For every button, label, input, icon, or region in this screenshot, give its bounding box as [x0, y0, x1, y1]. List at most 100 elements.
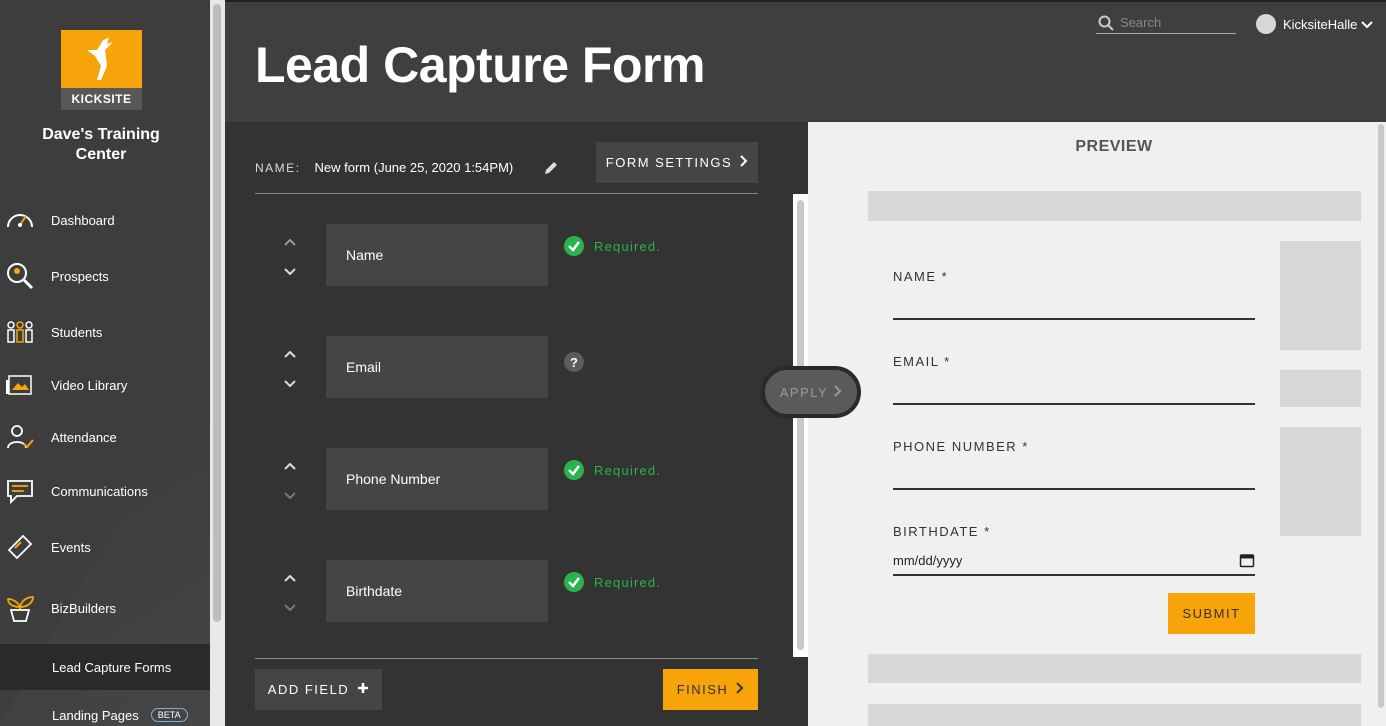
move-down-icon[interactable]: [283, 376, 297, 388]
sidebar-item-attendance[interactable]: Attendance: [0, 415, 210, 459]
chevron-right-icon: [736, 682, 744, 697]
school-name: Dave's Training Center: [0, 125, 202, 165]
preview-label-phone: PHONE NUMBER *: [893, 439, 1029, 454]
sidebar-subitem-landing-pages[interactable]: Landing Pages BETA: [0, 692, 210, 726]
ticket-icon: [4, 531, 36, 563]
move-up-icon[interactable]: [283, 570, 297, 582]
required-label: Required.: [594, 238, 662, 254]
svg-text:?: ?: [570, 355, 578, 370]
search-input[interactable]: [1120, 15, 1230, 30]
calendar-icon[interactable]: [1239, 552, 1255, 568]
required-status[interactable]: Required.: [564, 572, 661, 592]
placeholder-block: [868, 191, 1361, 221]
check-circle-icon: [564, 572, 584, 592]
move-up-icon[interactable]: [283, 234, 297, 246]
field-box[interactable]: Phone Number: [326, 448, 548, 510]
sidebar-item-events[interactable]: Events: [0, 525, 210, 569]
chat-icon: [4, 475, 36, 507]
search-box[interactable]: [1096, 12, 1236, 34]
finish-button[interactable]: FINISH: [663, 669, 758, 710]
required-label: Required.: [594, 574, 662, 590]
move-up-icon[interactable]: [283, 458, 297, 470]
field-box[interactable]: Email: [326, 336, 548, 398]
move-up-icon[interactable]: [283, 346, 297, 358]
placeholder-block: [868, 704, 1361, 726]
sidebar-item-communications[interactable]: Communications: [0, 469, 210, 513]
apply-label: APPLY: [779, 384, 829, 400]
sidebar-item-label: Attendance: [51, 429, 117, 445]
preview-birthdate-input[interactable]: mm/dd/yyyy: [893, 546, 1255, 576]
move-down-icon[interactable]: [283, 488, 297, 500]
sidebar-subitem-label: Landing Pages: [52, 707, 139, 723]
sidebar-item-label: BizBuilders: [51, 600, 117, 616]
placeholder-block: [868, 654, 1361, 683]
form-editor: NAME: New form (June 25, 2020 1:54PM) FO…: [225, 122, 808, 726]
check-circle-icon: [564, 460, 584, 480]
chevron-right-icon: [834, 384, 842, 400]
help-icon[interactable]: ?: [564, 352, 584, 372]
editor-scrollbar[interactable]: [793, 194, 808, 657]
students-icon: [4, 316, 36, 348]
chevron-down-icon: [1361, 17, 1374, 32]
field-row-email: Email ?: [255, 336, 758, 398]
sidebar-scrollbar-thumb[interactable]: [213, 4, 221, 622]
field-box[interactable]: Name: [326, 224, 548, 286]
apply-button[interactable]: APPLY: [761, 366, 861, 418]
placeholder-block: [1280, 241, 1361, 350]
sidebar-item-label: Prospects: [51, 268, 109, 284]
gauge-icon: [4, 204, 36, 236]
move-down-icon[interactable]: [283, 600, 297, 612]
form-settings-button[interactable]: FORM SETTINGS: [596, 142, 758, 183]
finish-label: FINISH: [676, 682, 729, 697]
sidebar-item-dashboard[interactable]: Dashboard: [0, 198, 210, 242]
sidebar-item-label: Dashboard: [51, 212, 115, 228]
page-title: Lead Capture Form: [255, 37, 705, 93]
attendance-icon: [4, 421, 36, 453]
field-row-phone: Phone Number Required.: [255, 448, 758, 510]
logo-text: KICKSITE: [61, 88, 142, 110]
required-status[interactable]: Required.: [564, 236, 661, 256]
user-menu[interactable]: KicksiteHalle: [1256, 14, 1374, 34]
form-settings-label: FORM SETTINGS: [605, 155, 733, 170]
sidebar-item-video-library[interactable]: Video Library: [0, 363, 210, 407]
field-row-birthdate: Birthdate Required.: [255, 560, 758, 622]
school-name-line2: Center: [75, 146, 127, 163]
sidebar-subitem-label: Lead Capture Forms: [52, 659, 172, 675]
sidebar: KICKSITE Dave's Training Center Dashboar…: [0, 0, 210, 726]
sidebar-item-label: Communications: [51, 483, 148, 499]
placeholder-block: [1280, 427, 1361, 536]
sidebar-scrollbar[interactable]: [210, 0, 225, 726]
submit-button[interactable]: SUBMIT: [1168, 593, 1255, 634]
user-name: KicksiteHalle: [1283, 16, 1358, 32]
sidebar-subitem-lead-capture-forms[interactable]: Lead Capture Forms: [0, 644, 210, 690]
sidebar-item-label: Video Library: [51, 377, 128, 393]
plant-icon: [4, 592, 36, 624]
search-icon: [1098, 15, 1114, 31]
field-box[interactable]: Birthdate: [326, 560, 548, 622]
school-name-line1: Dave's Training: [42, 126, 160, 143]
required-status[interactable]: Required.: [564, 460, 661, 480]
pencil-icon[interactable]: [543, 160, 559, 176]
avatar: [1256, 14, 1276, 34]
form-name-label: NAME:: [255, 160, 301, 175]
birthdate-value: mm/dd/yyyy: [893, 552, 963, 568]
search-person-icon: [4, 260, 36, 292]
preview-scrollbar[interactable]: [1378, 124, 1384, 708]
reorder-controls: [283, 456, 303, 506]
move-down-icon[interactable]: [283, 264, 297, 276]
preview-name-input[interactable]: [893, 290, 1255, 320]
preview-label-birthdate: BIRTHDATE *: [893, 524, 991, 539]
preview-phone-input[interactable]: [893, 460, 1255, 490]
kicksite-logo[interactable]: KICKSITE: [61, 30, 142, 110]
reorder-controls: [283, 232, 303, 282]
sidebar-item-bizbuilders[interactable]: BizBuilders: [0, 586, 210, 630]
sidebar-item-students[interactable]: Students: [0, 310, 210, 354]
divider: [255, 658, 758, 659]
sidebar-item-prospects[interactable]: Prospects: [0, 254, 210, 298]
editor-scrollbar-thumb[interactable]: [797, 200, 804, 650]
preview-label-email: EMAIL *: [893, 354, 951, 369]
preview-email-input[interactable]: [893, 375, 1255, 405]
reorder-controls: [283, 568, 303, 618]
add-field-button[interactable]: ADD FIELD: [255, 669, 382, 710]
preview-title: PREVIEW: [1075, 138, 1153, 155]
